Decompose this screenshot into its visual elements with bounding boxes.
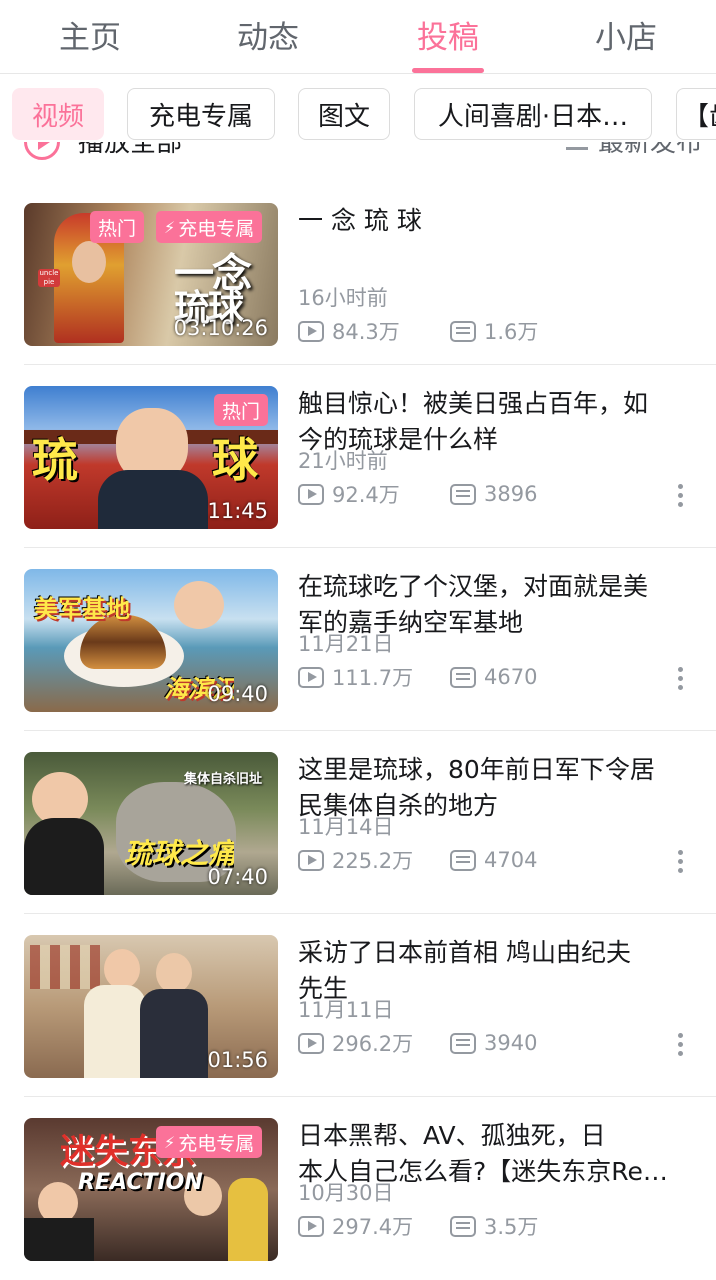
lightning-icon: ⚡ [164, 217, 176, 237]
view-count: 225.2万 [332, 849, 414, 873]
play-all-button[interactable]: 播放全部 [78, 142, 182, 159]
more-options-icon[interactable] [672, 665, 688, 695]
thumbnail-caption: 球 [212, 433, 258, 487]
sort-latest-button[interactable]: 最新发布 [598, 142, 702, 159]
publish-time: 21小时前 [298, 449, 388, 473]
video-stats: 297.4万 3.5万 [298, 1211, 538, 1241]
more-options-icon[interactable] [672, 1031, 688, 1061]
chip-charge-exclusive[interactable]: 充电专属 [127, 88, 275, 140]
video-title[interactable]: 一 念 琉 球 [298, 203, 698, 239]
danmaku-icon [450, 1032, 476, 1054]
title-line: 日本黑帮、AV、孤独死，日 [298, 1121, 606, 1150]
danmaku-count: 3896 [484, 482, 538, 506]
thumbnail-caption: 集体自杀旧址 [184, 772, 263, 787]
video-item[interactable]: 集体自杀旧址 琉球之痛 07:40 这里是琉球，80年前日军下令居 民集体自杀的… [0, 731, 716, 914]
play-all-bar: 播放全部 最新发布 [0, 142, 716, 178]
title-line: 在琉球吃了个汉堡，对面就是美 [298, 572, 649, 601]
top-tab-bar: 主页 动态 投稿 小店 [0, 0, 716, 74]
video-thumbnail[interactable]: 琉 球 热门 11:45 [24, 386, 278, 529]
sort-icon[interactable] [566, 142, 588, 150]
thumbnail-caption: 美军基地 [34, 595, 130, 623]
title-line: 一 念 琉 球 [298, 206, 422, 235]
video-stats: 111.7万 4670 [298, 662, 537, 692]
thumbnail-caption: 琉 [32, 433, 78, 487]
title-line: 这里是琉球，80年前日军下令居 [298, 755, 655, 784]
video-item[interactable]: 美军基地 海滨汉堡 09:40 在琉球吃了个汉堡，对面就是美 军的嘉手纳空军基地… [0, 548, 716, 731]
view-count: 297.4万 [332, 1215, 414, 1239]
video-thumbnail[interactable]: 集体自杀旧址 琉球之痛 07:40 [24, 752, 278, 895]
danmaku-icon [450, 666, 476, 688]
danmaku-count: 4670 [484, 665, 538, 689]
play-count-icon [298, 1215, 324, 1237]
charge-exclusive-badge: ⚡ 充电专属 [156, 211, 263, 243]
hot-badge: 热门 [214, 394, 269, 426]
play-count-icon [298, 1032, 324, 1054]
thumbnail-caption: REACTION [78, 1170, 203, 1195]
view-count: 92.4万 [332, 483, 400, 507]
video-stats: 92.4万 3896 [298, 479, 537, 509]
video-duration: 01:56 [207, 1048, 268, 1072]
video-stats: 296.2万 3940 [298, 1028, 537, 1058]
view-count: 111.7万 [332, 666, 414, 690]
danmaku-icon [450, 849, 476, 871]
play-count-icon [298, 849, 324, 871]
video-duration: 09:40 [207, 682, 268, 706]
video-thumbnail[interactable]: 迷失东京 REACTION ⚡ 充电专属 [24, 1118, 278, 1261]
publish-time: 11月14日 [298, 815, 394, 839]
lightning-icon: ⚡ [164, 1132, 176, 1152]
video-item[interactable]: 琉 球 热门 11:45 触目惊心！被美日强占百年，如 今的琉球是什么样 21小… [0, 365, 716, 548]
danmaku-count: 1.6万 [484, 320, 539, 344]
more-options-icon[interactable] [672, 848, 688, 878]
tab-home[interactable]: 主页 [50, 12, 130, 56]
video-thumbnail[interactable]: 美军基地 海滨汉堡 09:40 [24, 569, 278, 712]
active-tab-indicator [412, 68, 484, 73]
publish-time: 10月30日 [298, 1181, 394, 1205]
danmaku-count: 3940 [484, 1031, 538, 1055]
video-thumbnail[interactable]: 01:56 [24, 935, 278, 1078]
play-all-icon[interactable] [24, 142, 60, 160]
chip-more[interactable]: 【齿 [676, 88, 716, 140]
charge-exclusive-badge: ⚡ 充电专属 [156, 1126, 263, 1158]
badge-label: 充电专属 [178, 1132, 255, 1155]
chip-image-text[interactable]: 图文 [298, 88, 390, 140]
view-count: 84.3万 [332, 320, 400, 344]
danmaku-icon [450, 483, 476, 505]
publish-time: 16小时前 [298, 286, 388, 310]
view-count: 296.2万 [332, 1032, 414, 1056]
badge-label: 充电专属 [178, 217, 255, 240]
tab-submissions[interactable]: 投稿 [408, 12, 488, 56]
publish-time: 11月11日 [298, 998, 394, 1022]
video-stats: 84.3万 1.6万 [298, 316, 538, 346]
video-item[interactable]: 01:56 采访了日本前首相 鸠山由纪夫 先生 11月11日 296.2万 39… [0, 914, 716, 1097]
danmaku-icon [450, 1215, 476, 1237]
danmaku-count: 3.5万 [484, 1215, 539, 1239]
video-item[interactable]: uncle pie 一念 琉球 热门 ⚡ 充电专属 03:10:26 一 念 琉 球… [0, 182, 716, 365]
tab-dynamics[interactable]: 动态 [228, 12, 308, 56]
play-count-icon [298, 320, 324, 342]
danmaku-count: 4704 [484, 848, 538, 872]
chip-series-comedy[interactable]: 人间喜剧·日本… [414, 88, 652, 140]
video-stats: 225.2万 4704 [298, 845, 537, 875]
title-line: 触目惊心！被美日强占百年，如 [298, 389, 649, 418]
video-thumbnail[interactable]: uncle pie 一念 琉球 热门 ⚡ 充电专属 03:10:26 [24, 203, 278, 346]
video-duration: 03:10:26 [173, 316, 268, 340]
play-count-icon [298, 666, 324, 688]
video-duration: 11:45 [207, 499, 268, 523]
video-duration: 07:40 [207, 865, 268, 889]
hot-badge: 热门 [90, 211, 145, 243]
title-line: 采访了日本前首相 鸠山由纪夫 [298, 938, 631, 967]
publish-time: 11月21日 [298, 632, 394, 656]
video-item[interactable]: 迷失东京 REACTION ⚡ 充电专属 日本黑帮、AV、孤独死，日 本人自己怎么… [0, 1097, 716, 1280]
chip-video[interactable]: 视频 [12, 88, 104, 140]
category-chip-bar: 视频 充电专属 图文 人间喜剧·日本… 【齿 [0, 86, 716, 142]
play-count-icon [298, 483, 324, 505]
more-options-icon[interactable] [672, 482, 688, 512]
tab-shop[interactable]: 小店 [586, 12, 666, 56]
danmaku-icon [450, 320, 476, 342]
